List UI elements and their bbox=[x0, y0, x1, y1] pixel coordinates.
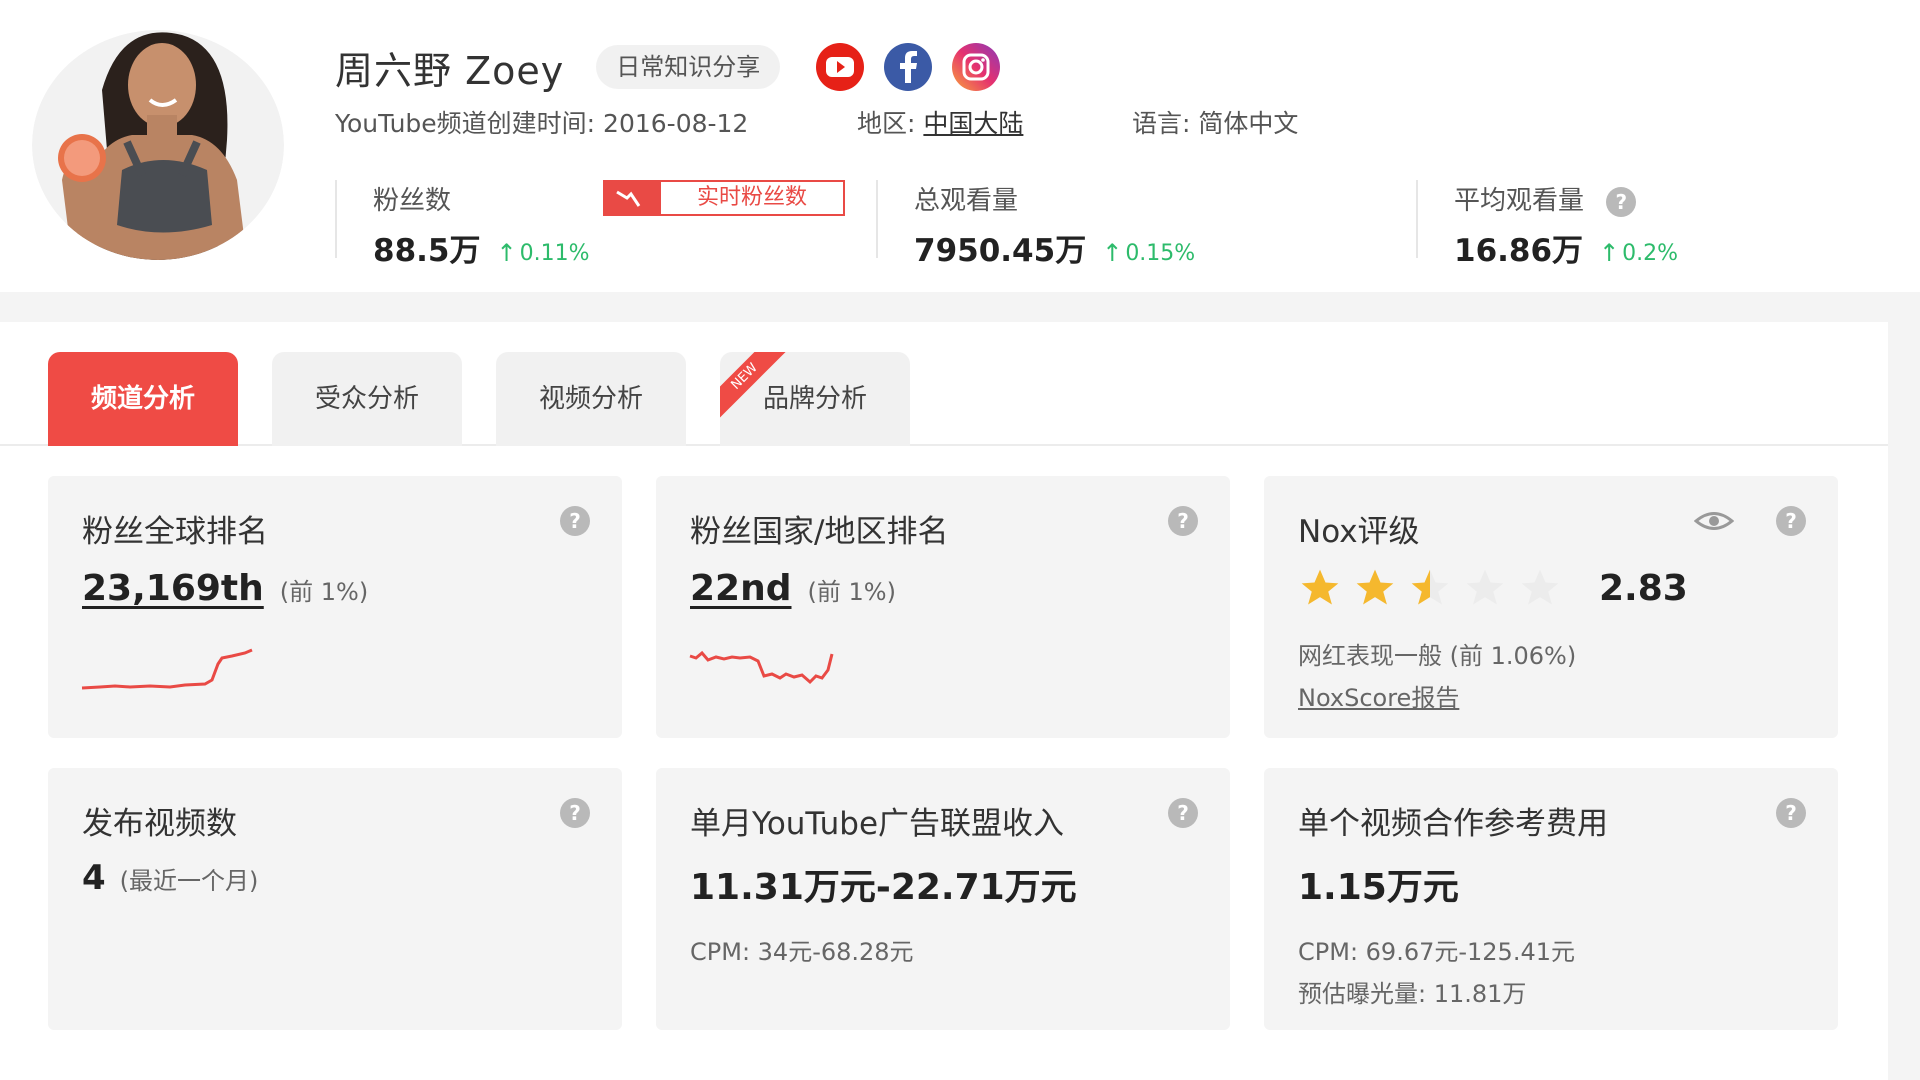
country-rank-value[interactable]: 22nd bbox=[690, 568, 792, 609]
nox-score: 2.83 bbox=[1599, 567, 1688, 609]
youtube-icon[interactable] bbox=[814, 41, 866, 93]
section-divider bbox=[0, 292, 1920, 322]
eye-icon[interactable] bbox=[1694, 506, 1734, 536]
star-half-icon bbox=[1411, 569, 1449, 605]
cooperation-fee-cpm: CPM: 69.67元-125.41元 bbox=[1298, 938, 1575, 966]
channel-meta: YouTube频道创建时间: 2016-08-12 地区: 中国大陆 语言: 简… bbox=[335, 104, 1298, 140]
card-title: 单月YouTube广告联盟收入 bbox=[690, 806, 1065, 842]
help-icon[interactable]: ? bbox=[560, 798, 590, 828]
avg-views-stat: 平均观看量 ? 16.86万 ↑ 0.2% bbox=[1416, 180, 1678, 269]
global-rank-sparkline bbox=[81, 648, 253, 690]
card-title: 单个视频合作参考费用 bbox=[1298, 806, 1608, 842]
tab-audience-analysis[interactable]: 受众分析 bbox=[272, 352, 462, 446]
created-date: YouTube频道创建时间: 2016-08-12 bbox=[335, 109, 749, 138]
avg-views-value: 16.86万 bbox=[1454, 233, 1584, 269]
star-rating: 2.83 bbox=[1298, 566, 1688, 610]
tab-video-analysis[interactable]: 视频分析 bbox=[496, 352, 686, 446]
language: 语言: 简体中文 bbox=[1132, 109, 1299, 138]
arrow-up-icon: ↑ bbox=[1102, 239, 1123, 267]
views-label: 总观看量 bbox=[914, 186, 1019, 216]
region: 地区: 中国大陆 bbox=[857, 109, 1024, 138]
instagram-icon[interactable] bbox=[950, 41, 1002, 93]
card-title: 发布视频数 bbox=[82, 806, 237, 842]
followers-label: 粉丝数 bbox=[373, 186, 452, 216]
profile-header: 周六野 Zoey 日常知识分享 YouTube频道创建时间: 2016-08-1… bbox=[0, 0, 1920, 292]
global-rank-card: 粉丝全球排名 ? 23,169th (前 1%) bbox=[48, 476, 622, 738]
avg-views-label: 平均观看量 ? bbox=[1454, 180, 1678, 217]
video-count-period: (最近一个月) bbox=[119, 867, 259, 895]
analysis-panel: 频道分析 受众分析 视频分析 NEW 品牌分析 粉丝全球排名 ? 23,169t… bbox=[0, 322, 1888, 1080]
category-tag[interactable]: 日常知识分享 bbox=[596, 45, 781, 89]
avatar bbox=[32, 30, 284, 260]
avg-views-change: ↑ 0.2% bbox=[1599, 239, 1679, 267]
global-rank-value[interactable]: 23,169th bbox=[82, 568, 264, 609]
social-links bbox=[814, 41, 1002, 93]
facebook-icon[interactable] bbox=[882, 41, 934, 93]
chart-icon bbox=[605, 182, 661, 214]
ad-income-cpm: CPM: 34元-68.28元 bbox=[690, 938, 914, 966]
video-count-card: 发布视频数 ? 4 (最近一个月) bbox=[48, 768, 622, 1030]
card-title: 粉丝全球排名 bbox=[82, 514, 268, 550]
followers-stat: 粉丝数 88.5万 ↑ 0.11% bbox=[335, 180, 590, 269]
ad-income-value: 11.31万元-22.71万元 bbox=[690, 867, 1077, 908]
region-link[interactable]: 中国大陆 bbox=[923, 109, 1023, 138]
cooperation-fee-value: 1.15万元 bbox=[1298, 867, 1459, 908]
cooperation-fee-card: 单个视频合作参考费用 ? 1.15万元 CPM: 69.67元-125.41元 … bbox=[1264, 768, 1838, 1030]
nox-description: 网红表现一般 (前 1.06%) bbox=[1298, 642, 1577, 670]
page-gutter bbox=[1888, 292, 1920, 1080]
country-rank-card: 粉丝国家/地区排名 ? 22nd (前 1%) bbox=[656, 476, 1230, 738]
star-empty-icon bbox=[1521, 569, 1559, 605]
tab-channel-analysis[interactable]: 频道分析 bbox=[48, 352, 238, 446]
help-icon[interactable]: ? bbox=[1606, 187, 1637, 217]
ad-income-card: 单月YouTube广告联盟收入 ? 11.31万元-22.71万元 CPM: 3… bbox=[656, 768, 1230, 1030]
views-value: 7950.45万 bbox=[914, 233, 1087, 269]
noxscore-report-link[interactable]: NoxScore报告 bbox=[1298, 678, 1459, 713]
global-rank-percentile: (前 1%) bbox=[279, 578, 369, 606]
views-stat: 总观看量 7950.45万 ↑ 0.15% bbox=[876, 180, 1195, 269]
star-full-icon bbox=[1301, 569, 1339, 605]
tab-brand-analysis[interactable]: NEW 品牌分析 bbox=[720, 352, 910, 446]
views-change: ↑ 0.15% bbox=[1102, 239, 1196, 267]
tab-brand-analysis-label: 品牌分析 bbox=[762, 384, 867, 414]
realtime-followers-button[interactable]: 实时粉丝数 bbox=[603, 180, 845, 216]
help-icon[interactable]: ? bbox=[1168, 506, 1198, 536]
realtime-followers-label: 实时粉丝数 bbox=[696, 185, 807, 210]
country-rank-percentile: (前 1%) bbox=[807, 578, 896, 606]
help-icon[interactable]: ? bbox=[1168, 798, 1198, 828]
channel-name: 周六野 Zoey bbox=[335, 48, 565, 93]
estimated-exposure: 预估曝光量: 11.81万 bbox=[1298, 980, 1527, 1008]
nox-rating-card: Nox评级 ? 2.83 网红表现一般 (前 1.06%) NoxScore报告 bbox=[1264, 476, 1838, 738]
help-icon[interactable]: ? bbox=[560, 506, 590, 536]
video-count-value: 4 bbox=[82, 858, 106, 898]
card-title: 粉丝国家/地区排名 bbox=[690, 514, 949, 550]
card-title: Nox评级 bbox=[1298, 514, 1420, 550]
followers-value: 88.5万 bbox=[373, 233, 481, 269]
tab-bar: 频道分析 受众分析 视频分析 NEW 品牌分析 bbox=[0, 352, 1888, 446]
help-icon[interactable]: ? bbox=[1776, 798, 1806, 828]
star-empty-icon bbox=[1466, 569, 1504, 605]
country-rank-sparkline bbox=[689, 650, 834, 685]
followers-change: ↑ 0.11% bbox=[496, 239, 590, 267]
star-full-icon bbox=[1356, 569, 1394, 605]
arrow-up-icon: ↑ bbox=[496, 239, 517, 267]
help-icon[interactable]: ? bbox=[1776, 506, 1806, 536]
arrow-up-icon: ↑ bbox=[1599, 239, 1620, 267]
